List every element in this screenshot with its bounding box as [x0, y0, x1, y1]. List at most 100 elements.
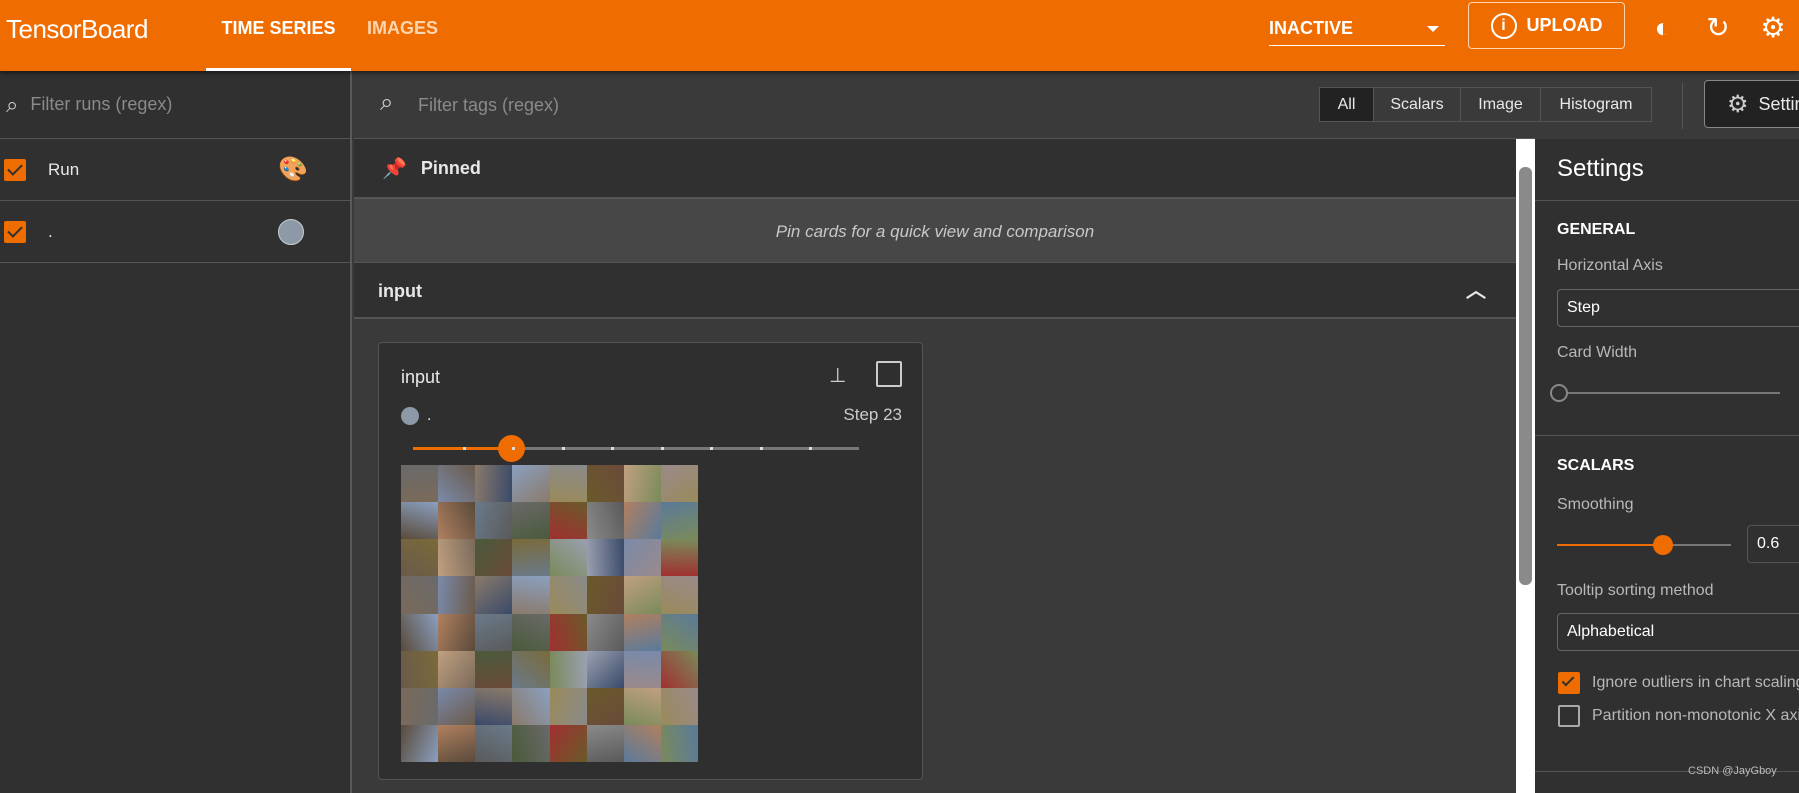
image-thumbnail — [623, 687, 661, 725]
step-label: Step 23 — [843, 405, 902, 424]
image-thumbnail — [475, 576, 513, 614]
chevron-up-icon[interactable]: ︿ — [1466, 263, 1486, 320]
filter-all[interactable]: All — [1319, 87, 1374, 122]
image-thumbnail — [438, 650, 476, 688]
top-bar: TensorBoard TIME SERIES IMAGES INACTIVE … — [0, 0, 1799, 71]
tooltip-sort-select[interactable]: Alphabetical — [1557, 613, 1799, 651]
image-thumbnail — [660, 576, 698, 614]
group-header-input[interactable]: input ︿ — [354, 262, 1516, 319]
image-thumbnail — [623, 613, 661, 651]
refresh-icon[interactable]: ↻ — [1702, 12, 1734, 44]
image-thumbnail — [475, 687, 513, 725]
image-thumbnail — [512, 576, 550, 614]
theme-toggle-icon[interactable]: ◐ — [1647, 12, 1679, 44]
ignore-outliers-checkbox[interactable] — [1558, 672, 1580, 694]
run-row[interactable]: . — [0, 201, 350, 263]
slider-tick — [512, 447, 516, 450]
run-color-swatch[interactable] — [278, 218, 304, 245]
pinned-title: Pinned — [420, 157, 481, 178]
image-thumbnail — [475, 465, 513, 503]
image-thumbnail — [586, 687, 624, 725]
ignore-outliers-label: Ignore outliers in chart scaling — [1592, 674, 1799, 691]
filter-image[interactable]: Image — [1460, 87, 1541, 122]
run-checkbox[interactable] — [4, 220, 26, 243]
run-color-dot — [401, 407, 419, 425]
divider — [1682, 83, 1683, 129]
tag-filter-bar: ⌕ Filter tags (regex) All Scalars Image … — [354, 71, 1799, 139]
image-grid[interactable] — [401, 465, 698, 762]
image-thumbnail — [401, 687, 439, 725]
image-thumbnail — [586, 539, 624, 577]
image-thumbnail — [475, 613, 513, 651]
main-panel: ⌕ Filter tags (regex) All Scalars Image … — [354, 71, 1799, 793]
horizontal-axis-label: Horizontal Axis — [1557, 257, 1663, 274]
smoothing-input[interactable]: 0.6 — [1747, 525, 1799, 563]
slider-tick — [462, 447, 466, 450]
image-thumbnail — [475, 724, 513, 762]
run-filter[interactable]: ⌕ Filter runs (regex) — [0, 71, 350, 139]
select-all-checkbox[interactable] — [4, 158, 26, 181]
image-thumbnail — [549, 613, 587, 651]
image-thumbnail — [512, 465, 550, 503]
card-width-slider[interactable] — [1565, 392, 1780, 394]
image-thumbnail — [586, 576, 624, 614]
image-thumbnail — [660, 502, 698, 540]
slider-tick — [759, 447, 763, 450]
image-thumbnail — [475, 539, 513, 577]
smoothing-slider-fill — [1557, 544, 1658, 546]
image-thumbnail — [438, 539, 476, 577]
filter-histogram[interactable]: Histogram — [1540, 87, 1652, 122]
image-thumbnail — [549, 465, 587, 503]
scrollbar-thumb[interactable] — [1519, 167, 1532, 585]
scrollbar[interactable] — [1516, 139, 1535, 793]
image-thumbnail — [475, 650, 513, 688]
upload-label: UPLOAD — [1526, 15, 1603, 35]
image-card: input ⊥ . Step 23 — [378, 342, 923, 780]
card-width-slider-thumb[interactable] — [1550, 384, 1568, 402]
smoothing-slider-thumb[interactable] — [1653, 535, 1673, 555]
image-thumbnail — [586, 502, 624, 540]
image-thumbnail — [660, 687, 698, 725]
image-thumbnail — [512, 613, 550, 651]
image-thumbnail — [401, 650, 439, 688]
image-thumbnail — [549, 502, 587, 540]
image-thumbnail — [623, 650, 661, 688]
tag-filter-input[interactable]: Filter tags (regex) — [418, 95, 559, 116]
step-slider[interactable] — [413, 435, 859, 462]
image-thumbnail — [549, 539, 587, 577]
info-icon: i — [1490, 12, 1517, 39]
status-select[interactable]: INACTIVE — [1269, 14, 1445, 46]
image-thumbnail — [401, 502, 439, 540]
smoothing-slider[interactable] — [1557, 544, 1731, 546]
filter-scalars[interactable]: Scalars — [1373, 87, 1461, 122]
palette-icon[interactable]: 🎨 — [278, 155, 308, 184]
image-thumbnail — [623, 724, 661, 762]
image-thumbnail — [549, 576, 587, 614]
settings-panel: Settings GENERAL Horizontal Axis Step Ca… — [1535, 139, 1799, 793]
image-thumbnail — [512, 650, 550, 688]
image-thumbnail — [623, 502, 661, 540]
image-thumbnail — [549, 650, 587, 688]
gear-icon[interactable]: ⚙ — [1757, 12, 1789, 44]
tab-images[interactable]: IMAGES — [355, 0, 450, 71]
image-thumbnail — [401, 613, 439, 651]
settings-button-label: Settings — [1758, 93, 1799, 114]
partition-checkbox[interactable] — [1558, 705, 1580, 727]
divider — [1535, 435, 1799, 436]
settings-button[interactable]: ⚙ Settings — [1704, 80, 1799, 128]
image-thumbnail — [586, 724, 624, 762]
status-select-value: INACTIVE — [1269, 18, 1354, 38]
pin-icon: 📌 — [382, 157, 407, 180]
tab-time-series[interactable]: TIME SERIES — [206, 0, 351, 71]
pin-icon[interactable]: ⊥ — [829, 363, 846, 388]
image-search-icon[interactable] — [876, 361, 902, 387]
image-thumbnail — [549, 687, 587, 725]
run-column-label: Run — [48, 159, 80, 179]
run-filter-input[interactable]: Filter runs (regex) — [30, 94, 172, 115]
horizontal-axis-select[interactable]: Step — [1557, 289, 1799, 327]
image-thumbnail — [475, 502, 513, 540]
card-width-label: Card Width — [1557, 344, 1638, 361]
image-thumbnail — [623, 576, 661, 614]
upload-button[interactable]: i UPLOAD — [1468, 2, 1625, 49]
card-title: input — [401, 367, 441, 387]
